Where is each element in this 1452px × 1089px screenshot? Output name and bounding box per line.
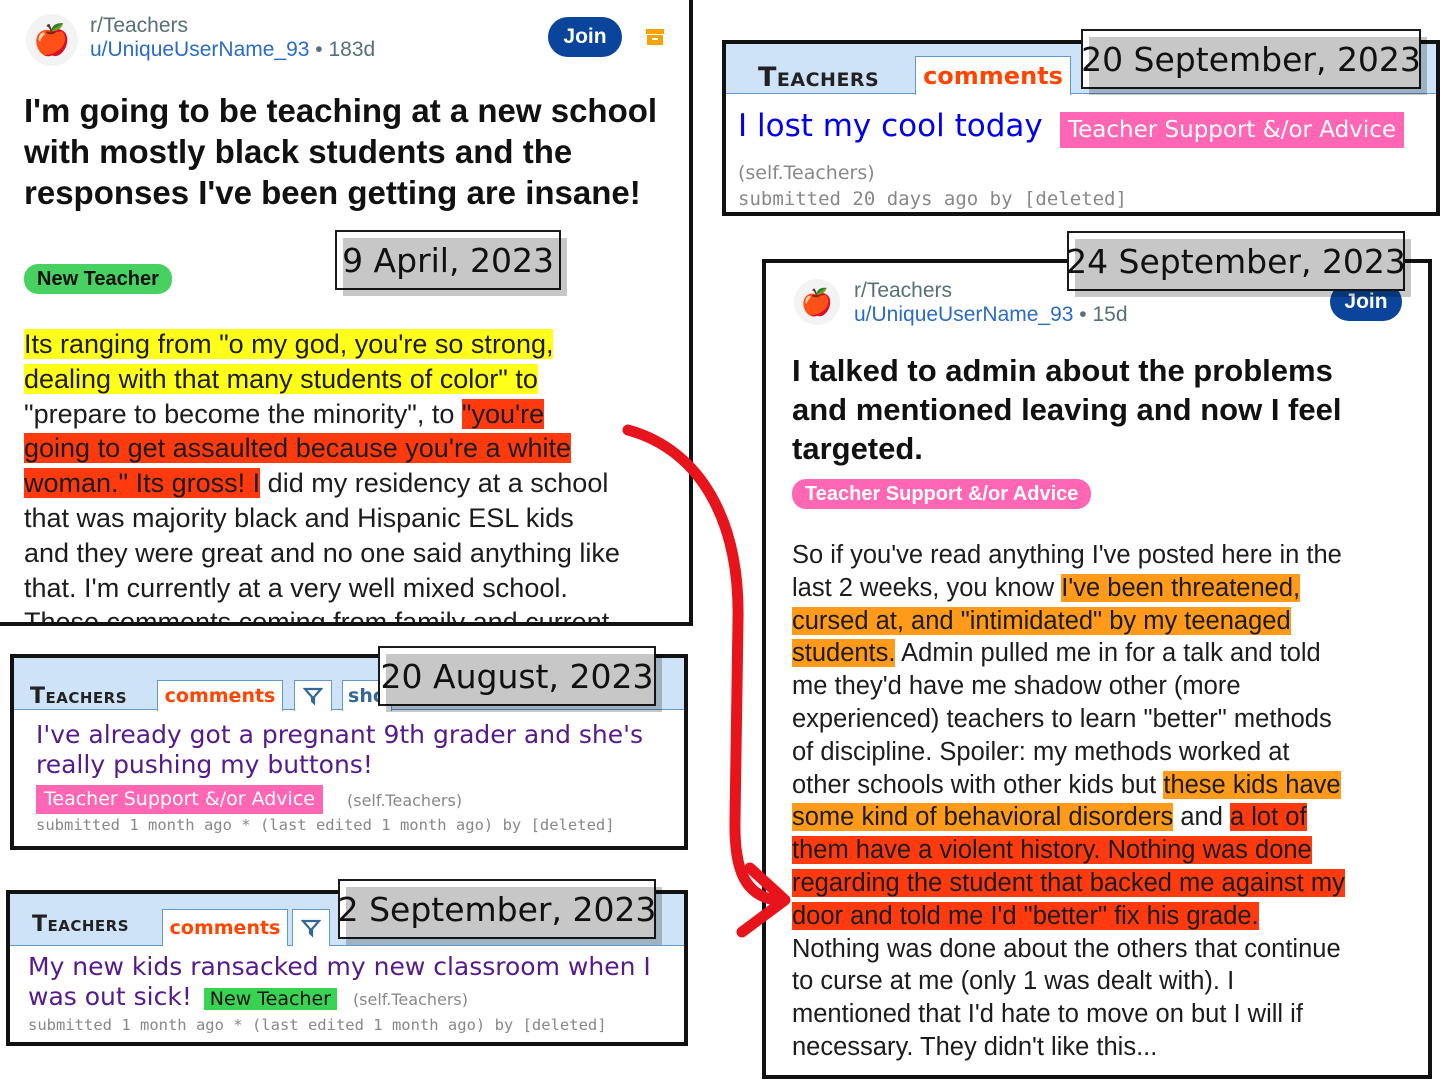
post-title[interactable]: My new kids ransacked my new classroom w… [28,952,684,1015]
post-title-line: was out sick! [28,982,192,1011]
highlight-orange: students. [792,639,896,668]
post-age: 183d [328,38,376,61]
flair-badge[interactable]: New Teacher [24,264,172,294]
body-text: other schools with other kids but [792,770,1164,799]
separator: • [309,38,329,61]
body-text: and they were great and no one said anyt… [24,537,620,568]
post-sept24: 🍎 r/Teachers u/UniqueUserName_93 • 15d J… [762,259,1432,1079]
post-meta: submitted 1 month ago * (last edited 1 m… [28,1016,607,1034]
subreddit-logo[interactable]: Teachers [30,684,127,709]
highlight-orange: cursed at, and "intimidated" by my teena… [792,606,1291,635]
highlight-red: regarding the student that backed me aga… [792,868,1345,897]
body-text: experienced) teachers to learn "better" … [792,704,1332,733]
body-text: me they'd have me shadow other (more [792,672,1241,701]
body-text: Nothing was done about the others that c… [792,934,1341,963]
flair-badge[interactable]: Teacher Support &/or Advice [36,785,323,814]
subreddit-logo[interactable]: Teachers [32,912,129,937]
body-text: of discipline. Spoiler: my methods worke… [792,737,1290,766]
date-label: 20 September, 2023 [1081,29,1427,95]
tab-comments[interactable]: comments [162,909,288,946]
body-text: necessary. They didn't like this... [792,1032,1158,1061]
post-meta: submitted 20 days ago by [deleted] [738,188,1127,210]
date-label: 20 August, 2023 [378,646,662,712]
post-header: 🍎 r/Teachers u/UniqueUserName_93 • 183d [26,14,375,66]
post-body: So if you've read anything I've posted h… [792,539,1428,1064]
post-title[interactable]: I've already got a pregnant 9th grader a… [36,720,676,780]
highlight-red: going to get assaulted because you're a … [24,433,572,464]
highlight-orange: I've been threatened, [1061,573,1301,602]
date-label: 24 September, 2023 [1066,231,1411,297]
highlight-red: a lot of [1230,803,1307,832]
highlight-orange: some kind of behavioral disorders [792,803,1174,832]
post-domain[interactable]: (self.Teachers) [353,990,468,1009]
body-text: to curse at me (only 1 was dealt with). … [792,967,1235,996]
date-label: 2 September, 2023 [338,879,662,945]
body-text: did my residency at a school [260,468,609,499]
filter-icon[interactable] [294,680,332,711]
post-domain[interactable]: (self.Teachers) [347,791,462,810]
body-text: that. I'm currently at a very well mixed… [24,572,568,603]
post-title[interactable]: I'm going to be teaching at a new school… [24,90,664,213]
highlight-orange: these kids have [1163,770,1341,799]
date-label: 9 April, 2023 [335,230,567,296]
highlight-yellow: Its ranging from "o my god, you're so st… [24,329,554,359]
filter-icon[interactable] [292,909,330,946]
body-text: So if you've read anything I've posted h… [792,541,1342,569]
flair-badge[interactable]: Teacher Support &/or Advice [1060,112,1405,148]
post-title-line: My new kids ransacked my new classroom w… [28,952,651,981]
highlight-red: "you're [461,398,545,429]
post-title[interactable]: I talked to admin about the problems and… [792,351,1392,468]
join-button[interactable]: Join [548,17,622,57]
archive-icon[interactable] [645,27,665,47]
body-text: mentioned that I'd hate to move on but I… [792,1000,1303,1029]
username-line: u/UniqueUserName_93 • 15d [854,303,1128,327]
highlight-red: woman." Its gross! I [24,468,261,499]
post-age: 15d [1092,303,1128,326]
body-text: Admin pulled me in for a talk and told [895,639,1321,668]
body-text: last 2 weeks, you know [792,573,1062,602]
apple-icon: 🍎 [794,279,840,325]
body-text: These comments coming from family and cu… [24,607,610,626]
body-text: that was majority black and Hispanic ESL… [24,502,574,533]
tab-comments[interactable]: comments [915,56,1071,95]
post-meta: submitted 1 month ago * (last edited 1 m… [36,816,615,834]
highlight-red: them have a violent history. Nothing was… [792,836,1312,865]
subreddit-logo[interactable]: Teachers [758,62,879,93]
username[interactable]: u/UniqueUserName_93 [90,38,309,61]
flair-badge[interactable]: Teacher Support &/or Advice [792,479,1092,509]
username-line: u/UniqueUserName_93 • 183d [90,38,375,62]
post-april: 🍎 r/Teachers u/UniqueUserName_93 • 183d … [0,0,693,626]
body-text: and [1173,803,1230,832]
subreddit-name[interactable]: r/Teachers [90,14,375,38]
body-text: "prepare to become the minority", to [24,398,462,429]
tab-comments[interactable]: comments [157,680,283,711]
post-title[interactable]: I lost my cool today [738,108,1043,144]
separator: • [1073,303,1093,326]
apple-icon: 🍎 [26,14,78,66]
post-body: Its ranging from "o my god, you're so st… [24,327,684,626]
flair-badge[interactable]: New Teacher [203,988,337,1010]
username[interactable]: u/UniqueUserName_93 [854,303,1073,326]
highlight-yellow: dealing with that many students of color… [24,363,538,394]
post-domain[interactable]: (self.Teachers) [738,162,875,184]
highlight-red: door and told me I'd "better" fix his gr… [792,901,1259,930]
